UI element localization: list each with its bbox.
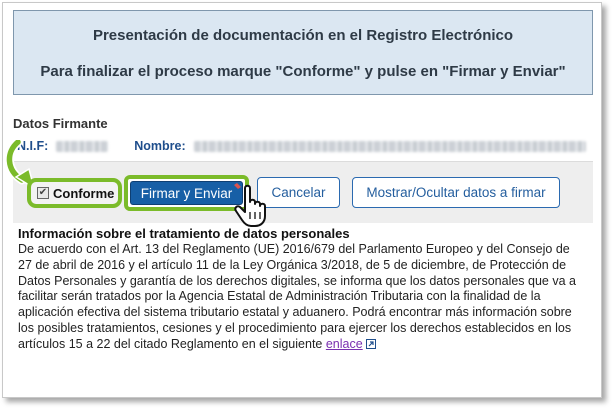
header-instruction: Para finalizar el proceso marque "Confor… (40, 63, 566, 80)
check-icon[interactable]: ✔ (37, 187, 49, 199)
privacy-info-body: De acuerdo con el Art. 13 del Reglamento… (18, 242, 586, 353)
instructions-header: Presentación de documentación en el Regi… (13, 10, 593, 95)
name-value-redacted (193, 140, 586, 152)
privacy-info-text: De acuerdo con el Art. 13 del Reglamento… (18, 242, 576, 351)
privacy-info-title: Información sobre el tratamiento de dato… (18, 226, 350, 241)
conforme-label: Conforme (53, 185, 115, 201)
signer-row: N.I.F: Nombre: (17, 138, 586, 154)
hand-pointer-icon (234, 183, 266, 227)
privacy-link[interactable]: enlace (326, 337, 363, 351)
external-link-icon[interactable] (365, 338, 376, 349)
name-label: Nombre: (134, 139, 186, 153)
toggle-data-button[interactable]: Mostrar/Ocultar datos a firmar (352, 177, 560, 208)
conforme-checkbox[interactable]: ✔ Conforme (27, 178, 122, 208)
signer-section-title: Datos Firmante (13, 116, 108, 131)
nif-value-redacted (56, 140, 109, 152)
sign-button-highlight: Firmar y Enviar (124, 175, 249, 211)
sign-and-send-button[interactable]: Firmar y Enviar (130, 181, 243, 205)
header-title: Presentación de documentación en el Regi… (92, 27, 514, 44)
